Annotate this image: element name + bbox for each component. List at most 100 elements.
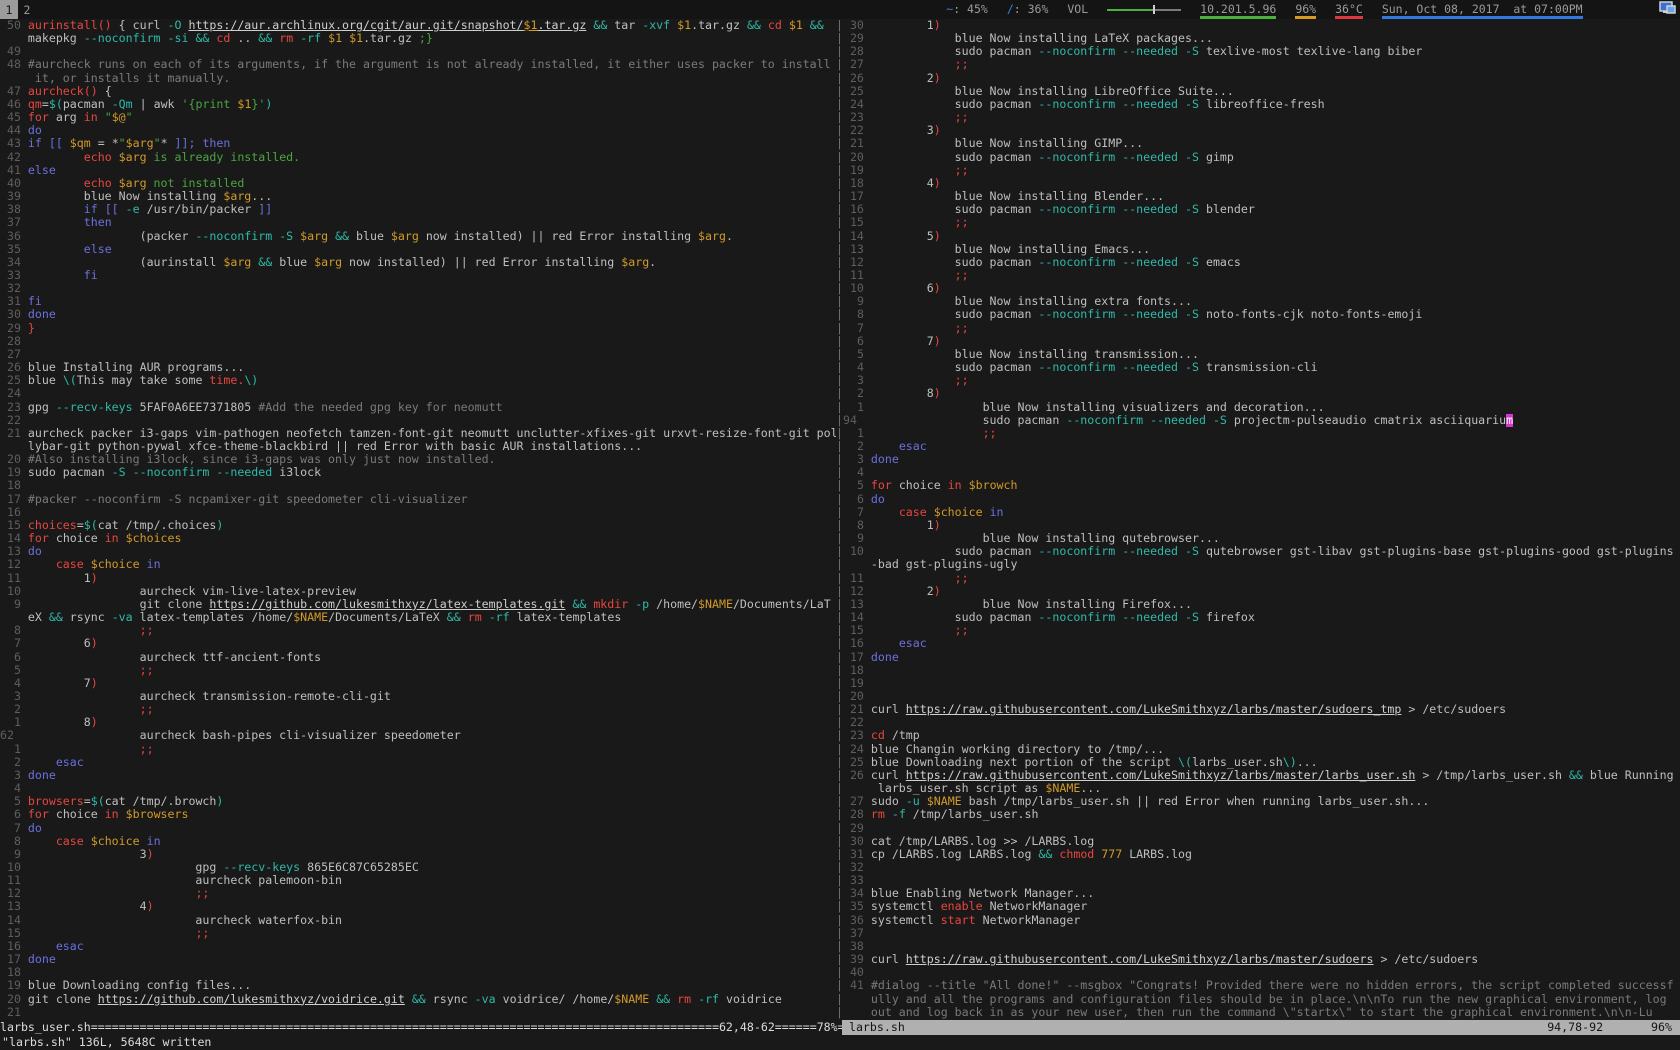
code-line[interactable]: eX && rsync -va latex-templates /home/$N… [0,611,836,624]
code-line[interactable]: 7do [0,822,836,835]
code-line[interactable]: |22 [836,716,1680,729]
code-line[interactable]: 20git clone https://github.com/lukesmith… [0,993,836,1006]
code-line[interactable]: |2 8) [836,387,1680,400]
code-line[interactable]: |24 sudo pacman --noconfirm --needed -S … [836,98,1680,111]
code-line[interactable]: |21curl https://raw.githubusercontent.co… [836,703,1680,716]
code-line[interactable]: 18 [0,479,836,492]
code-line[interactable]: |9 blue Now installing extra fonts... [836,295,1680,308]
code-line[interactable]: |6do [836,493,1680,506]
code-line[interactable]: |24blue Changin working directory to /tm… [836,743,1680,756]
code-line[interactable]: 14for choice in $choices [0,532,836,545]
code-line[interactable]: |30cat /tmp/LARBS.log >> /LARBS.log [836,835,1680,848]
code-line[interactable]: 21aurcheck packer i3-gaps vim-pathogen n… [0,427,836,440]
code-line[interactable]: |29 blue Now installing LaTeX packages..… [836,32,1680,45]
code-line[interactable]: 39 blue Now installing $arg... [0,190,836,203]
statusline-inactive[interactable]: larbs_user.sh===========================… [0,1020,842,1035]
code-line[interactable]: |17done [836,651,1680,664]
code-line[interactable]: 10 aurcheck vim-live-latex-preview [0,585,836,598]
code-line[interactable]: |28rm -f /tmp/larbs_user.sh [836,808,1680,821]
code-line[interactable]: |5for choice in $browch [836,479,1680,492]
code-line[interactable]: 37 then [0,216,836,229]
code-line[interactable]: 6for choice in $browsers [0,808,836,821]
code-line[interactable]: |1 ;; [836,427,1680,440]
code-line[interactable]: | larbs_user.sh script as $NAME... [836,782,1680,795]
code-line[interactable]: 16 esac [0,940,836,953]
code-line[interactable]: 4 7) [0,677,836,690]
code-line[interactable]: |7 ;; [836,322,1680,335]
code-line[interactable]: 47aurcheck() { [0,85,836,98]
code-line[interactable]: |12 2) [836,585,1680,598]
code-line[interactable]: 44do [0,124,836,137]
code-line[interactable]: 25blue \(This may take some time.\) [0,374,836,387]
code-line[interactable]: 14 aurcheck waterfox-bin [0,914,836,927]
code-line[interactable]: |25 blue Now installing LibreOffice Suit… [836,85,1680,98]
code-line[interactable]: |19 [836,677,1680,690]
volume-slider[interactable] [1107,0,1181,19]
code-line[interactable]: |20 sudo pacman --noconfirm --needed -S … [836,151,1680,164]
code-line[interactable]: 6 aurcheck ttf-ancient-fonts [0,651,836,664]
code-line[interactable]: |13 blue Now installing Emacs... [836,243,1680,256]
code-line[interactable]: |3 ;; [836,374,1680,387]
workspace-tag-1[interactable]: 1 [0,0,18,19]
code-line[interactable]: 50aurinstall() { curl -O https://aur.arc… [0,19,836,32]
code-line[interactable]: |6 7) [836,335,1680,348]
code-line[interactable]: |22 3) [836,124,1680,137]
code-line[interactable]: 40 echo $arg not installed [0,177,836,190]
code-line[interactable]: |23 ;; [836,111,1680,124]
code-line[interactable]: |38 [836,940,1680,953]
code-line[interactable]: 27 [0,348,836,361]
code-line[interactable]: |12 sudo pacman --noconfirm --needed -S … [836,256,1680,269]
code-line[interactable]: 20#Also installing i3lock, since i3-gaps… [0,453,836,466]
code-line[interactable]: |9 blue Now installing qutebrowser... [836,532,1680,545]
code-line[interactable]: 15 ;; [0,927,836,940]
code-line[interactable]: 8 ;; [0,624,836,637]
code-line[interactable]: |11 ;; [836,572,1680,585]
code-line[interactable]: |14 sudo pacman --noconfirm --needed -S … [836,611,1680,624]
code-line[interactable]: |17 blue Now installing Blender... [836,190,1680,203]
code-line[interactable]: |18 [836,664,1680,677]
code-line[interactable]: |14 5) [836,230,1680,243]
code-line[interactable]: 17done [0,953,836,966]
code-line[interactable]: 11 1) [0,572,836,585]
code-line[interactable]: 3 aurcheck transmission-remote-cli-git [0,690,836,703]
code-line[interactable]: 19sudo pacman -S --noconfirm --needed i3… [0,466,836,479]
code-line[interactable]: 33 fi [0,269,836,282]
code-line[interactable]: |19 ;; [836,164,1680,177]
code-line[interactable]: |16 esac [836,637,1680,650]
code-line[interactable]: 5 ;; [0,664,836,677]
code-line[interactable]: 15choices=$(cat /tmp/.choices) [0,519,836,532]
code-line[interactable]: 35 else [0,243,836,256]
code-line[interactable]: 26blue Installing AUR programs... [0,361,836,374]
code-line[interactable]: 46qm=$(pacman -Qm | awk '{print $1}') [0,98,836,111]
code-line[interactable]: 49 [0,45,836,58]
code-line[interactable]: |13 blue Now installing Firefox... [836,598,1680,611]
code-line[interactable]: 45for arg in "$@" [0,111,836,124]
code-line[interactable]: 41else [0,164,836,177]
code-line[interactable]: 1 ;; [0,743,836,756]
code-line[interactable]: 42 echo $arg is already installed. [0,151,836,164]
code-line[interactable]: |32 [836,861,1680,874]
code-line[interactable]: 23gpg --recv-keys 5FAF0A6EE7371805 #Add … [0,401,836,414]
code-line[interactable]: 36 (packer --noconfirm -S $arg && blue $… [0,230,836,243]
code-line[interactable]: 13do [0,545,836,558]
code-line[interactable]: |26 2) [836,72,1680,85]
code-line[interactable]: 11 aurcheck palemoon-bin [0,874,836,887]
code-line[interactable]: |29 [836,822,1680,835]
code-line[interactable]: 31fi [0,295,836,308]
code-line[interactable]: 3done [0,769,836,782]
code-line[interactable]: |18 4) [836,177,1680,190]
statusline-active[interactable]: larbs.sh 94,78-92 96% [842,1020,1680,1035]
code-line[interactable]: 12 case $choice in [0,558,836,571]
code-line[interactable]: |2 esac [836,440,1680,453]
code-line[interactable]: |33 [836,874,1680,887]
code-line[interactable]: 2 esac [0,756,836,769]
code-line[interactable]: 48#aurcheck runs on each of its argument… [0,58,836,71]
code-line[interactable]: |26curl https://raw.githubusercontent.co… [836,769,1680,782]
code-line[interactable]: 7 6) [0,637,836,650]
code-line[interactable]: |40 [836,966,1680,979]
code-line[interactable]: |34blue Enabling Network Manager... [836,887,1680,900]
code-line[interactable]: 24 [0,387,836,400]
code-line[interactable]: |23cd /tmp [836,729,1680,742]
right-pane-larbs-sh[interactable]: |30 1)|29 blue Now installing LaTeX pack… [836,19,1680,1020]
code-line[interactable]: |10 6) [836,282,1680,295]
